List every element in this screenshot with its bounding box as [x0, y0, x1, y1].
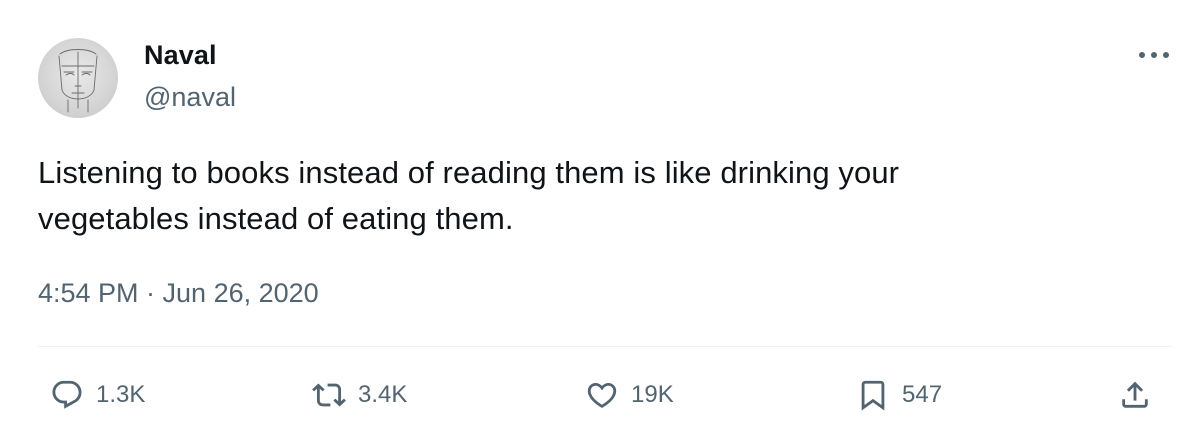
reply-icon: [50, 378, 84, 412]
author-handle[interactable]: @naval: [144, 82, 236, 113]
author-display-name[interactable]: Naval: [144, 40, 217, 71]
like-count: 19K: [631, 381, 674, 408]
more-options-button[interactable]: [1134, 40, 1174, 70]
share-icon: [1118, 378, 1152, 412]
bookmark-icon: [856, 378, 890, 412]
bookmark-count: 547: [902, 381, 943, 408]
avatar[interactable]: [38, 38, 118, 118]
reply-count: 1.3K: [96, 381, 146, 408]
reply-button[interactable]: 1.3K: [50, 372, 145, 418]
heart-icon: [585, 378, 619, 412]
tweet-card: Naval @naval Listening to books instead …: [0, 0, 1204, 440]
tweet-text: Listening to books instead of reading th…: [38, 150, 1158, 242]
bookmark-button[interactable]: 547: [856, 372, 942, 418]
sketch-face-avatar: [58, 49, 98, 113]
tweet-text-line: Listening to books instead of reading th…: [38, 155, 900, 190]
retweet-button[interactable]: 3.4K: [312, 372, 407, 418]
like-button[interactable]: 19K: [585, 372, 674, 418]
divider: [38, 346, 1172, 347]
tweet-text-line: vegetables instead of eating them.: [38, 201, 514, 236]
tweet-timestamp[interactable]: 4:54 PM · Jun 26, 2020: [38, 278, 319, 309]
retweet-icon: [312, 378, 346, 412]
share-button[interactable]: [1118, 372, 1152, 418]
retweet-count: 3.4K: [358, 381, 408, 408]
more-horizontal-icon: [1134, 40, 1174, 70]
